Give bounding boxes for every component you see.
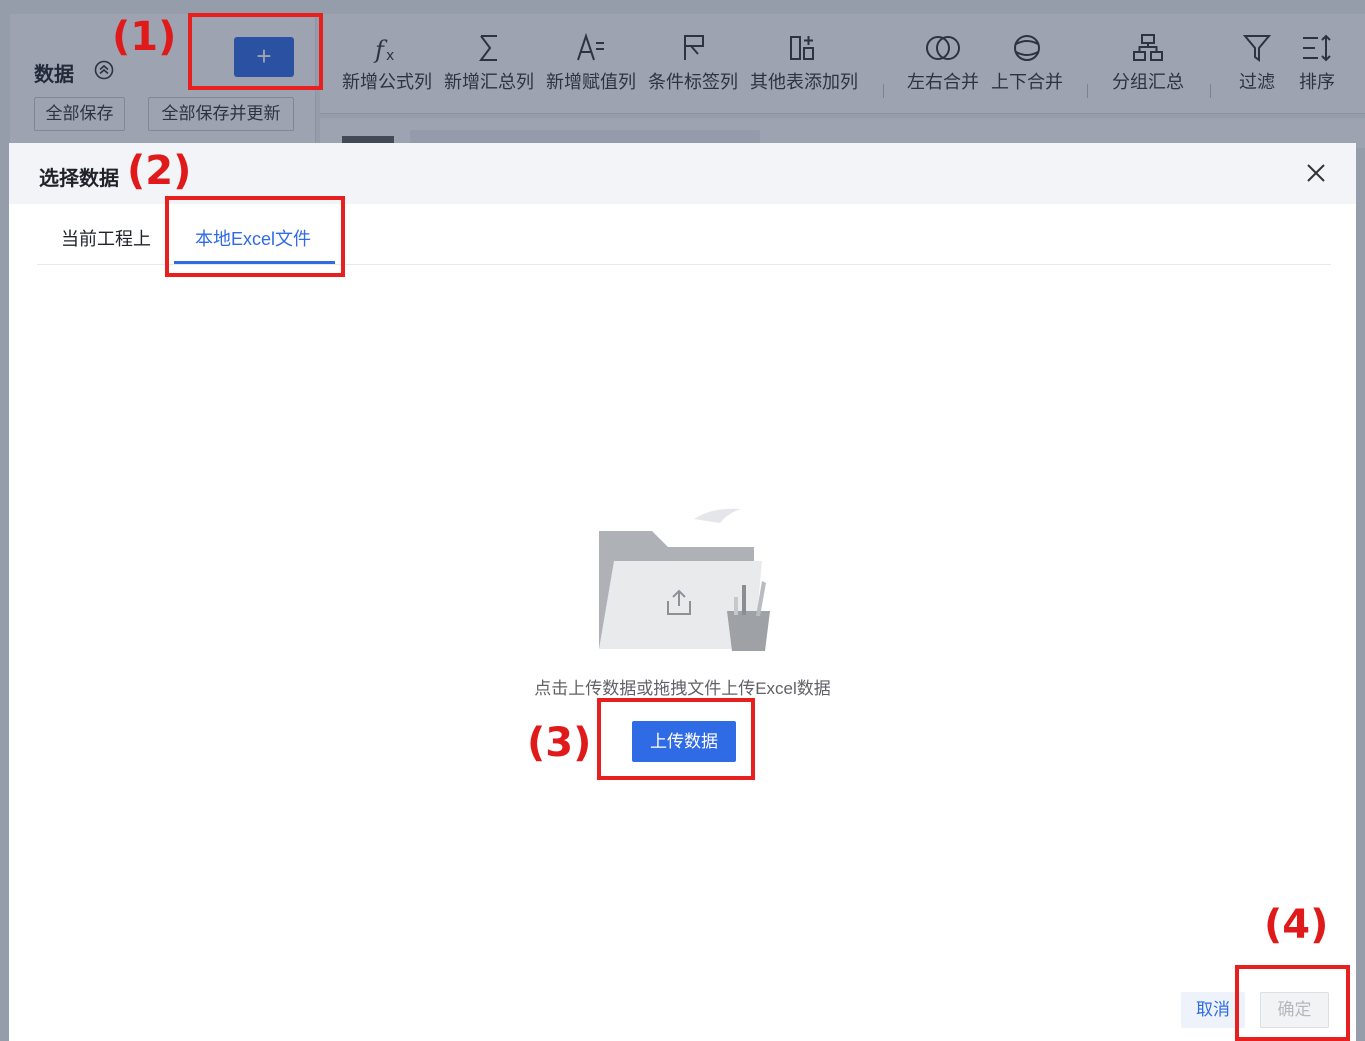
annotation-box-1 bbox=[188, 13, 323, 90]
annotation-box-4 bbox=[1235, 965, 1350, 1041]
upload-folder-icon bbox=[599, 508, 770, 651]
upload-hint-text: 点击上传数据或拖拽文件上传Excel数据 bbox=[534, 679, 831, 698]
dialog-title: 选择数据 bbox=[39, 168, 119, 190]
annotation-label-1: (1) bbox=[112, 14, 177, 60]
annotation-label-4: (4) bbox=[1264, 902, 1329, 948]
tab-current-project[interactable]: 当前工程上 bbox=[61, 225, 151, 251]
select-data-dialog: 选择数据 当前工程上 本地Excel文件 点击上传数据或拖拽文件上传Excel数… bbox=[9, 143, 1356, 1041]
annotation-box-2 bbox=[165, 196, 345, 277]
annotation-box-3 bbox=[597, 698, 755, 780]
annotation-label-3: (3) bbox=[527, 720, 592, 766]
close-icon[interactable] bbox=[1305, 162, 1327, 184]
annotation-label-2: (2) bbox=[127, 148, 192, 194]
dialog-header: 选择数据 bbox=[9, 143, 1356, 204]
